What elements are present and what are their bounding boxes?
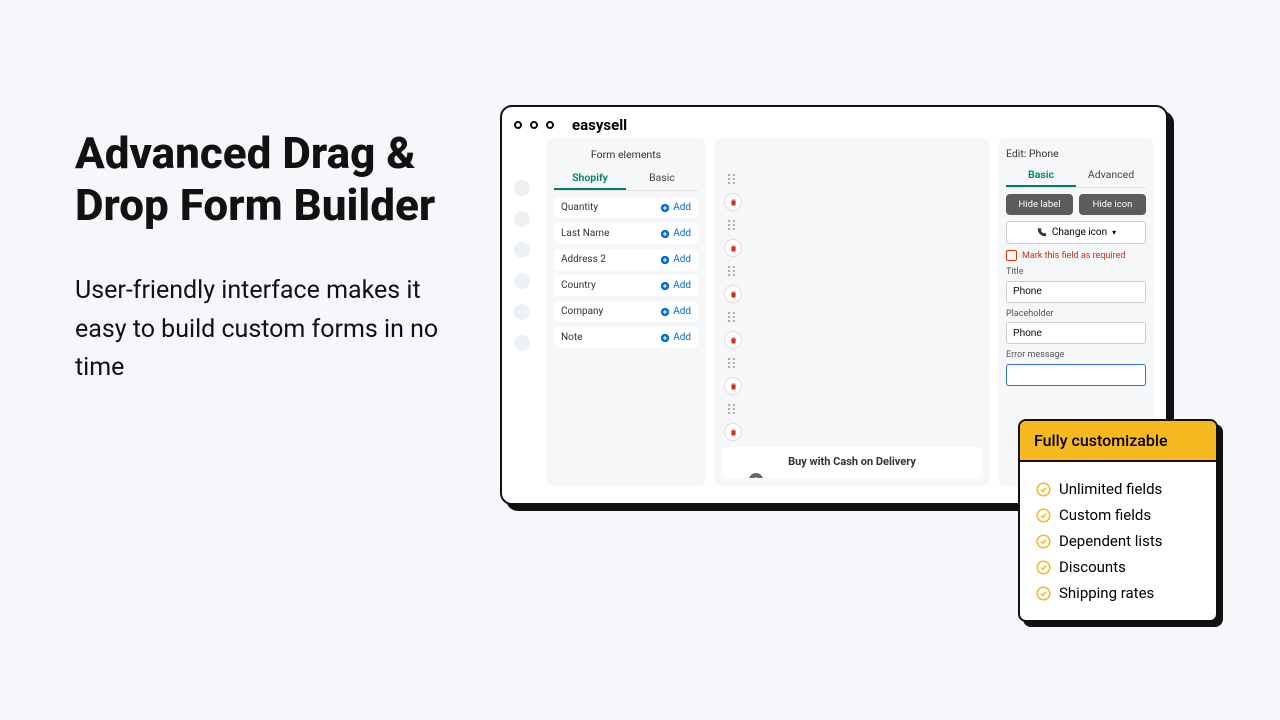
qty-badge: 1 bbox=[749, 473, 763, 478]
plus-circle-icon bbox=[660, 307, 670, 317]
form-elements-list: Quantity AddLast Name AddAddress 2 AddCo… bbox=[554, 197, 698, 353]
title-input[interactable] bbox=[1006, 281, 1146, 303]
form-element-row[interactable]: Country Add bbox=[554, 275, 698, 296]
trash-icon bbox=[729, 198, 738, 207]
drag-handle-icon[interactable] bbox=[728, 174, 738, 184]
element-label: Country bbox=[561, 280, 596, 291]
plus-circle-icon bbox=[660, 333, 670, 343]
edit-panel-title: Edit: Phone bbox=[1006, 144, 1146, 164]
block-rail bbox=[722, 144, 744, 441]
form-element-row[interactable]: Address 2 Add bbox=[554, 249, 698, 270]
preview-title: Buy with Cash on Delivery bbox=[734, 455, 970, 468]
placeholder-input[interactable] bbox=[1006, 322, 1146, 344]
step-dot[interactable] bbox=[514, 211, 530, 227]
add-button[interactable]: Add bbox=[660, 202, 691, 213]
caret-down-icon: ▾ bbox=[1112, 228, 1116, 237]
error-message-label: Error message bbox=[1006, 350, 1146, 360]
traffic-light-icon[interactable] bbox=[546, 121, 554, 129]
traffic-light-icon[interactable] bbox=[514, 121, 522, 129]
drag-handle-icon[interactable] bbox=[728, 220, 738, 230]
form-element-row[interactable]: Note Add bbox=[554, 327, 698, 348]
add-button[interactable]: Add bbox=[660, 228, 691, 239]
panel-title: Form elements bbox=[554, 144, 698, 167]
form-element-row[interactable]: Company Add bbox=[554, 301, 698, 322]
tab-edit-advanced[interactable]: Advanced bbox=[1076, 164, 1146, 187]
element-label: Note bbox=[561, 332, 582, 343]
hero-subtitle: User-friendly interface makes it easy to… bbox=[75, 272, 455, 388]
feature-item: Custom fields bbox=[1036, 502, 1200, 528]
add-button[interactable]: Add bbox=[660, 280, 691, 291]
delete-button[interactable] bbox=[724, 193, 742, 211]
phone-icon bbox=[1036, 227, 1047, 238]
hide-icon-button[interactable]: Hide icon bbox=[1079, 194, 1146, 215]
trash-icon bbox=[729, 428, 738, 437]
add-button[interactable]: Add bbox=[660, 254, 691, 265]
plus-circle-icon bbox=[660, 281, 670, 291]
element-label: Company bbox=[561, 306, 603, 317]
drag-handle-icon[interactable] bbox=[728, 404, 738, 414]
checkbox-icon[interactable] bbox=[1006, 250, 1017, 261]
step-dot[interactable] bbox=[514, 180, 530, 196]
step-dot[interactable] bbox=[514, 304, 530, 320]
tab-edit-basic[interactable]: Basic bbox=[1006, 164, 1076, 187]
delete-button[interactable] bbox=[724, 285, 742, 303]
plus-circle-icon bbox=[660, 203, 670, 213]
form-element-row[interactable]: Last Name Add bbox=[554, 223, 698, 244]
error-message-input[interactable] bbox=[1006, 364, 1146, 386]
add-button[interactable]: Add bbox=[660, 332, 691, 343]
feature-item: Dependent lists bbox=[1036, 528, 1200, 554]
feature-card-title: Fully customizable bbox=[1020, 421, 1216, 462]
delete-button[interactable] bbox=[724, 239, 742, 257]
drag-handle-icon[interactable] bbox=[728, 266, 738, 276]
plus-circle-icon bbox=[660, 255, 670, 265]
change-icon-button[interactable]: Change icon ▾ bbox=[1006, 221, 1146, 244]
feature-item: Unlimited fields bbox=[1036, 476, 1200, 502]
preview-panel: Buy with Cash on Delivery 1 Your product… bbox=[714, 138, 990, 486]
required-checkbox-row[interactable]: Mark this field as required bbox=[1006, 250, 1146, 261]
drag-handle-icon[interactable] bbox=[728, 358, 738, 368]
feature-item: Shipping rates bbox=[1036, 580, 1200, 606]
tab-basic[interactable]: Basic bbox=[626, 167, 698, 190]
form-element-row[interactable]: Quantity Add bbox=[554, 197, 698, 218]
step-dot[interactable] bbox=[514, 335, 530, 351]
hide-label-button[interactable]: Hide label bbox=[1006, 194, 1073, 215]
add-button[interactable]: Add bbox=[660, 306, 691, 317]
step-dot[interactable] bbox=[514, 242, 530, 258]
placeholder-field-label: Placeholder bbox=[1006, 309, 1146, 319]
step-dot[interactable] bbox=[514, 273, 530, 289]
form-elements-panel: Form elements Shopify Basic Quantity Add… bbox=[546, 138, 706, 486]
delete-button[interactable] bbox=[724, 377, 742, 395]
traffic-light-icon[interactable] bbox=[530, 121, 538, 129]
title-field-label: Title bbox=[1006, 267, 1146, 277]
element-label: Address 2 bbox=[561, 254, 606, 265]
element-label: Last Name bbox=[561, 228, 609, 239]
trash-icon bbox=[729, 290, 738, 299]
check-circle-icon bbox=[1036, 586, 1051, 601]
window-titlebar: easysell bbox=[502, 107, 1166, 138]
drag-handle-icon[interactable] bbox=[728, 312, 738, 322]
form-preview: Buy with Cash on Delivery 1 Your product… bbox=[722, 447, 982, 478]
delete-button[interactable] bbox=[724, 331, 742, 349]
trash-icon bbox=[729, 382, 738, 391]
delete-button[interactable] bbox=[724, 423, 742, 441]
check-circle-icon bbox=[1036, 534, 1051, 549]
element-label: Quantity bbox=[561, 202, 598, 213]
check-circle-icon bbox=[1036, 508, 1051, 523]
check-circle-icon bbox=[1036, 560, 1051, 575]
left-step-rail bbox=[514, 138, 542, 486]
feature-card: Fully customizable Unlimited fieldsCusto… bbox=[1018, 419, 1218, 622]
app-title: easysell bbox=[572, 116, 627, 134]
check-circle-icon bbox=[1036, 482, 1051, 497]
trash-icon bbox=[729, 336, 738, 345]
trash-icon bbox=[729, 244, 738, 253]
hero-title: Advanced Drag & Drop Form Builder bbox=[75, 128, 455, 232]
plus-circle-icon bbox=[660, 229, 670, 239]
tab-shopify[interactable]: Shopify bbox=[554, 167, 626, 190]
feature-item: Discounts bbox=[1036, 554, 1200, 580]
